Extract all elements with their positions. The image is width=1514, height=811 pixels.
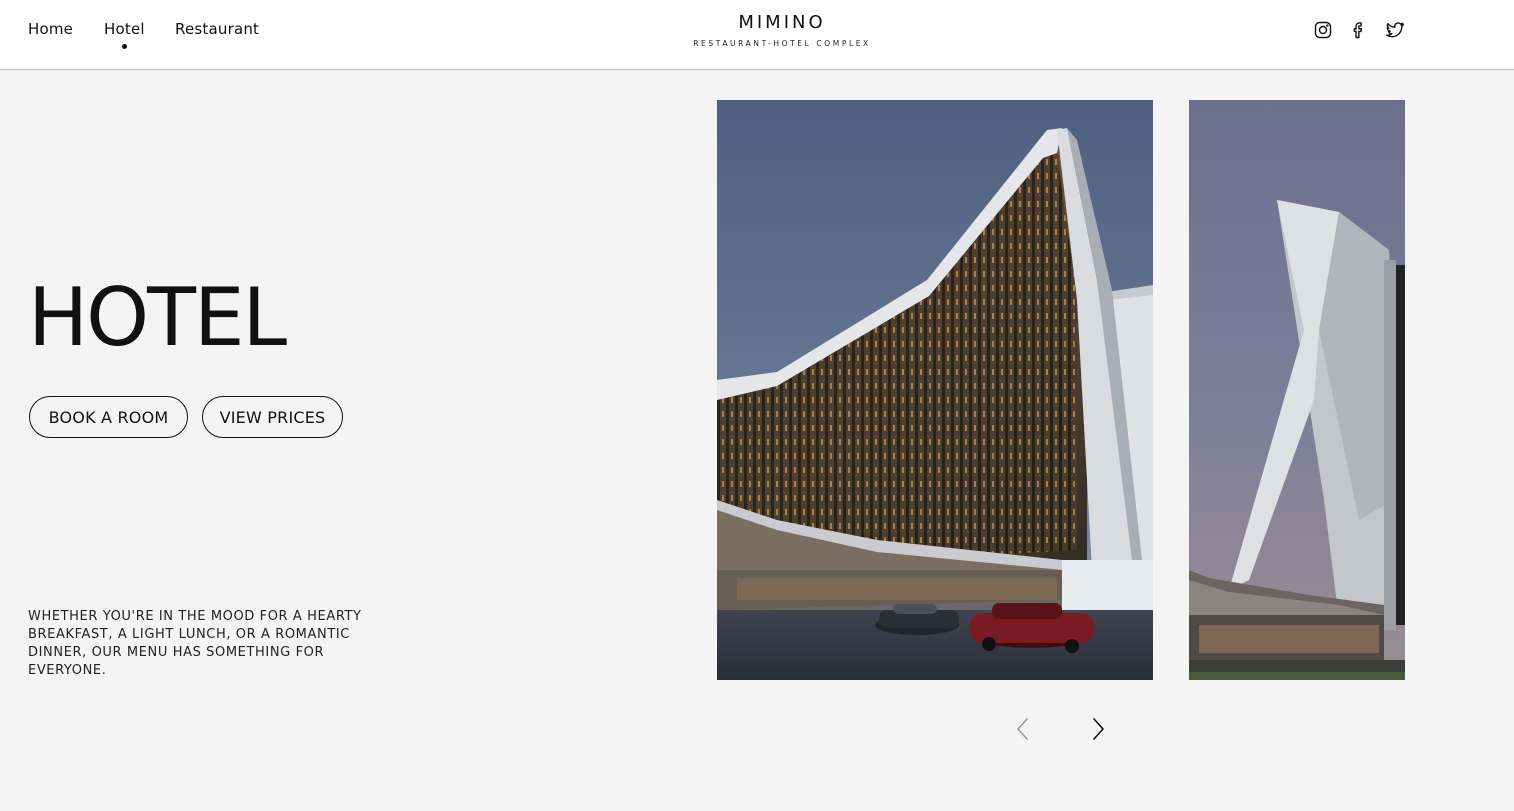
hero-description: WHETHER YOU'RE IN THE MOOD FOR A HEARTY … — [28, 609, 362, 678]
site-header: Home Hotel Restaurant MIMINO RESTAURANT-… — [0, 0, 1514, 70]
nav-hotel[interactable]: Hotel — [104, 20, 145, 49]
hotel-tower-image — [1189, 100, 1405, 680]
book-room-button[interactable]: BOOK A ROOM — [29, 396, 188, 438]
hotel-exterior-image — [717, 100, 1153, 680]
view-prices-button[interactable]: VIEW PRICES — [202, 396, 343, 438]
instagram-icon[interactable] — [1311, 18, 1335, 42]
carousel-slide-hotel-exterior[interactable] — [717, 100, 1153, 680]
nav-home[interactable]: Home — [28, 20, 73, 38]
carousel-next-arrow[interactable] — [1083, 714, 1113, 744]
carousel-prev-arrow[interactable] — [1008, 714, 1038, 744]
nav-hotel-label: Hotel — [104, 20, 145, 38]
twitter-icon[interactable] — [1383, 18, 1407, 42]
brand-name[interactable]: MIMINO — [732, 12, 832, 33]
brand-tagline: RESTAURANT-HOTEL COMPLEX — [693, 39, 871, 48]
carousel-slide-hotel-tower[interactable] — [1189, 100, 1405, 680]
facebook-icon[interactable] — [1347, 18, 1371, 42]
active-indicator-dot — [122, 44, 128, 49]
nav-restaurant[interactable]: Restaurant — [175, 20, 259, 38]
page-title: HOTEL — [28, 271, 287, 364]
